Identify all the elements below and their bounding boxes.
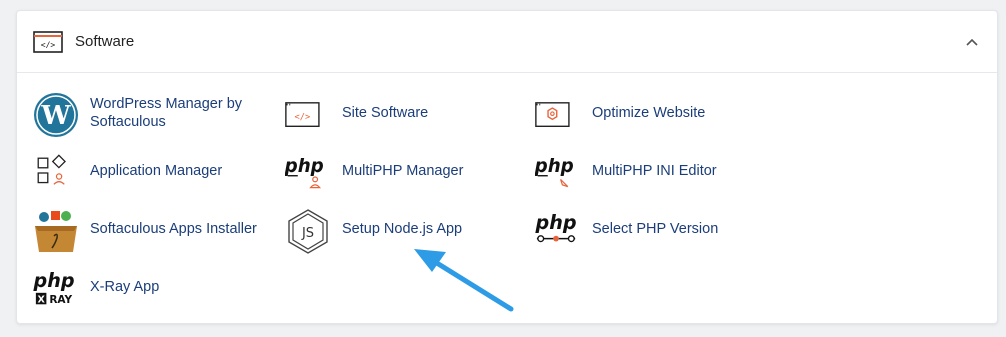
php-version-icon: php xyxy=(535,211,577,243)
svg-text:php: php xyxy=(535,156,574,177)
svg-text:php: php xyxy=(33,269,75,292)
code-window-icon: </> xyxy=(285,102,320,127)
app-manager-icon xyxy=(37,154,66,185)
multiphp-ini-editor-label: MultiPHP INI Editor xyxy=(592,163,717,179)
section-title: Software xyxy=(75,33,135,50)
application-manager-label: Application Manager xyxy=(90,163,223,179)
softaculous-apps-installer-label: Softaculous Apps Installer xyxy=(90,221,257,237)
svg-text:W: W xyxy=(40,101,71,131)
optimize-website-label: Optimize Website xyxy=(592,105,706,121)
wordpress-manager-link[interactable]: W WordPress Manager by Softaculous xyxy=(33,90,263,140)
xray-app-link[interactable]: php X RAY X-Ray App xyxy=(33,264,233,314)
optimize-gear-icon xyxy=(535,102,570,127)
setup-nodejs-app-link[interactable]: JS Setup Node.js App xyxy=(285,206,485,256)
svg-text:RAY: RAY xyxy=(49,294,72,306)
code-window-icon: </> xyxy=(33,31,63,53)
site-software-label: Site Software xyxy=(342,105,429,121)
softaculous-icon xyxy=(35,211,77,252)
select-php-version-link[interactable]: php Select PHP Version xyxy=(535,206,735,256)
application-manager-link[interactable]: Application Manager xyxy=(33,148,253,198)
software-panel: </> Software W WordPress Manager by Soft… xyxy=(16,10,998,324)
softaculous-apps-installer-link[interactable]: Softaculous Apps Installer xyxy=(33,206,273,256)
php-editor-icon: php xyxy=(535,156,574,188)
wordpress-manager-label-line1: WordPress Manager by xyxy=(90,96,243,112)
multiphp-manager-label: MultiPHP Manager xyxy=(342,163,464,179)
wordpress-manager-label-line2: Softaculous xyxy=(90,114,166,130)
select-php-version-label: Select PHP Version xyxy=(592,221,719,237)
xray-app-label: X-Ray App xyxy=(90,279,160,295)
svg-text:php: php xyxy=(535,211,577,234)
wordpress-icon: W xyxy=(34,93,78,137)
multiphp-ini-editor-link[interactable]: php MultiPHP INI Editor xyxy=(535,148,735,198)
svg-text:</>: </> xyxy=(295,112,311,122)
setup-nodejs-app-label: Setup Node.js App xyxy=(342,221,463,237)
svg-text:X: X xyxy=(37,294,45,305)
php-user-icon: php xyxy=(285,156,324,189)
software-section-header[interactable]: </> Software xyxy=(17,11,997,73)
php-xray-icon: php X RAY xyxy=(33,269,75,306)
svg-text:php: php xyxy=(285,156,324,177)
chevron-up-icon[interactable] xyxy=(965,35,979,49)
svg-text:JS: JS xyxy=(301,226,314,241)
multiphp-manager-link[interactable]: php MultiPHP Manager xyxy=(285,148,485,198)
optimize-website-link[interactable]: Optimize Website xyxy=(535,90,735,140)
svg-text:</>: </> xyxy=(41,41,56,50)
nodejs-icon: JS xyxy=(288,209,328,254)
site-software-link[interactable]: </> Site Software xyxy=(285,90,485,140)
